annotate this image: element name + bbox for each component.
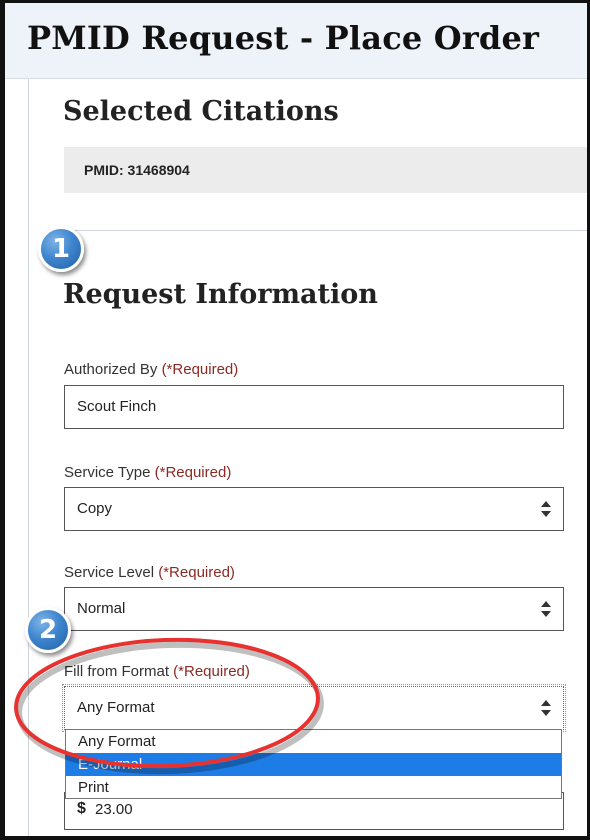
format-option-print[interactable]: Print — [66, 776, 561, 799]
step-1-badge: 1 — [38, 226, 84, 272]
service-level-label-text: Service Level — [64, 564, 155, 581]
selected-citations-heading: Selected Citations — [63, 96, 339, 127]
service-level-label: Service Level (*Required) — [64, 564, 235, 581]
authorized-by-value: Scout Finch — [77, 398, 157, 415]
service-level-value: Normal — [77, 600, 126, 617]
citation-pmid: PMID: 31468904 — [84, 162, 190, 178]
service-type-label: Service Type (*Required) — [64, 464, 231, 481]
required-marker: (*Required) — [158, 564, 235, 581]
fill-from-format-value: Any Format — [77, 699, 155, 716]
authorized-by-input[interactable]: Scout Finch — [64, 385, 564, 429]
required-marker: (*Required) — [154, 464, 232, 481]
fill-from-format-label-text: Fill from Format — [64, 663, 169, 680]
up-down-chevron-icon — [541, 601, 551, 617]
authorized-by-label-text: Authorized By — [64, 361, 158, 378]
up-down-chevron-icon — [541, 700, 551, 716]
page-header: PMID Request - Place Order — [5, 3, 587, 79]
page-title: PMID Request - Place Order — [27, 19, 540, 57]
service-type-value: Copy — [77, 500, 113, 517]
amount-value: 23.00 — [95, 801, 133, 818]
format-option-any-format[interactable]: Any Format — [66, 730, 561, 753]
up-down-chevron-icon — [541, 501, 551, 517]
fill-from-format-select[interactable]: Any Format — [62, 684, 566, 732]
required-marker: (*Required) — [173, 663, 250, 680]
step-2-badge: 2 — [25, 607, 71, 653]
request-information-heading: Request Information — [63, 279, 378, 310]
section-divider — [47, 230, 587, 231]
fill-from-format-label: Fill from Format (*Required) — [64, 663, 250, 680]
authorized-by-label: Authorized By (*Required) — [64, 361, 238, 378]
fill-from-format-dropdown: Any Format E-Journal Print — [65, 729, 562, 799]
format-option-e-journal[interactable]: E-Journal — [66, 753, 561, 776]
service-type-label-text: Service Type — [64, 464, 151, 481]
service-type-select[interactable]: Copy — [64, 487, 564, 531]
citation-item: PMID: 31468904 — [64, 147, 587, 193]
currency-symbol: $ — [77, 800, 86, 817]
required-marker: (*Required) — [161, 361, 239, 378]
service-level-select[interactable]: Normal — [64, 587, 564, 631]
